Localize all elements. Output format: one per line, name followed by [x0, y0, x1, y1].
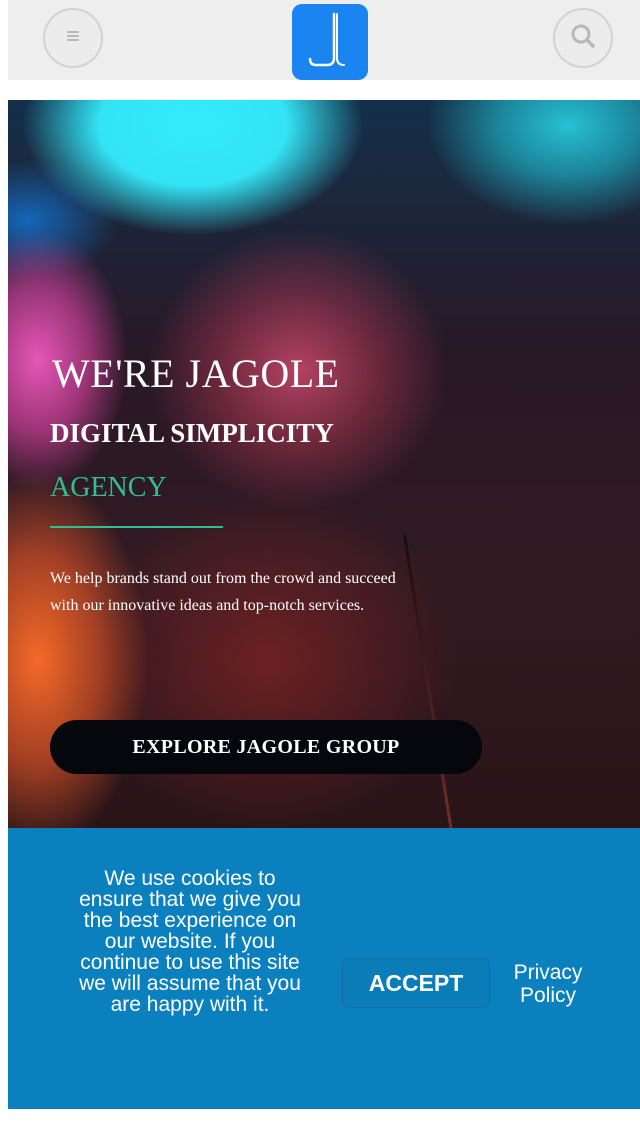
explore-jagole-group-button[interactable]: EXPLORE JAGOLE GROUP	[50, 720, 482, 774]
cookie-message: We use cookies to ensure that we give yo…	[79, 867, 301, 1016]
hero-subtitle: DIGITAL SIMPLICITY	[50, 418, 334, 448]
accept-cookies-button[interactable]: ACCEPT	[342, 958, 490, 1008]
cookie-consent-banner: We use cookies to ensure that we give yo…	[8, 828, 640, 1109]
site-logo[interactable]	[292, 4, 368, 80]
jagole-logo-icon	[304, 10, 356, 75]
site-header	[8, 0, 640, 80]
menu-button[interactable]	[43, 8, 103, 68]
hamburger-menu-icon	[61, 24, 85, 53]
hero-decorative-line	[403, 534, 453, 828]
search-button[interactable]	[553, 8, 613, 68]
hero-agency-label: AGENCY	[50, 472, 167, 503]
search-icon	[568, 21, 598, 56]
privacy-policy-link[interactable]: Privacy Policy	[498, 961, 598, 1007]
hero-title: WE'RE JAGOLE	[52, 351, 340, 396]
hero-divider	[50, 526, 223, 528]
hero-description: We help brands stand out from the crowd …	[50, 570, 396, 614]
hero-banner: WE'RE JAGOLE DIGITAL SIMPLICITY AGENCY W…	[8, 100, 640, 828]
